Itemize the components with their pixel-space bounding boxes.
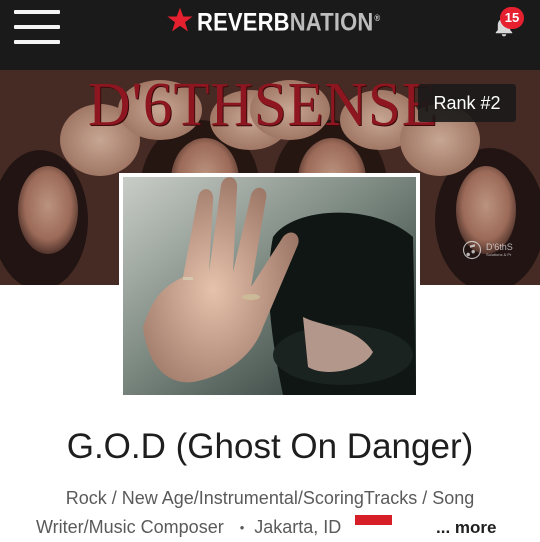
artist-photo [123,177,416,395]
music-note-icon [462,240,482,260]
banner-watermark: D'6thS Solutions & Pr [462,240,513,260]
star-icon [167,7,193,32]
banner-title-art: D'6THSENSE [88,71,439,139]
artist-name: G.O.D (Ghost On Danger) [66,427,474,466]
genres-location-line: Writer/Music Composer • Jakarta, ID [36,513,393,542]
top-app-bar: REVERBNATION® 15 [0,0,540,70]
brand-part-2: NATION [289,8,374,37]
reverbnation-logo[interactable]: REVERBNATION® [166,3,405,37]
location-text: Jakarta, ID [254,517,342,537]
menu-icon-line [14,40,60,44]
watermark-text: D'6thS [486,241,513,252]
genres-line-1: Rock / New Age/Instrumental/ScoringTrack… [65,488,475,508]
artist-avatar[interactable] [119,173,420,399]
menu-icon-line [14,25,60,29]
more-link[interactable]: ... more [436,513,496,542]
indonesia-flag-icon [355,514,393,533]
brand-part-1: REVERB [197,8,290,37]
genres-line-2: Writer/Music Composer [36,517,224,537]
rank-badge[interactable]: Rank #2 [418,84,516,122]
notification-badge[interactable]: 15 [500,7,524,29]
separator-dot: • [239,520,245,535]
watermark-subtext: Solutions & Pr [486,251,512,257]
menu-icon[interactable] [14,10,62,44]
menu-icon-line [14,10,60,14]
brand-wordmark: REVERBNATION® [197,3,380,37]
registered-mark: ® [374,12,381,23]
